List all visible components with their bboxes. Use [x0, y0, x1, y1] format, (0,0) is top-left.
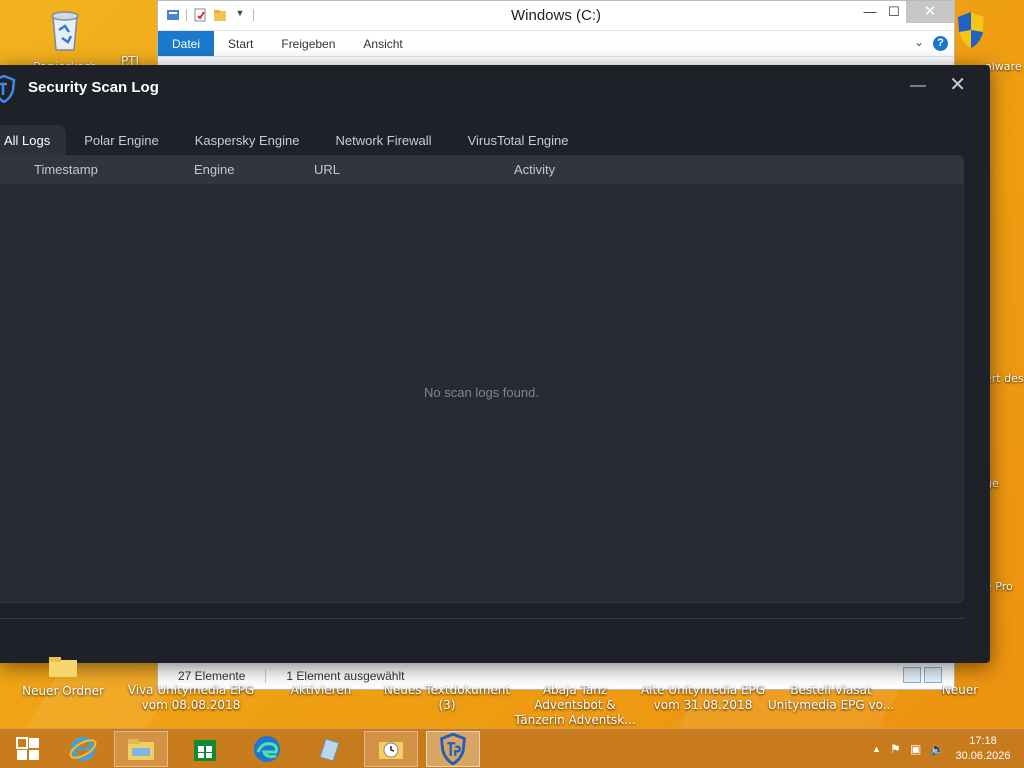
taskbar: ▲ ⚑ ▣ 🔈 17:18 30.06.2026	[0, 728, 1024, 768]
column-header-timestamp[interactable]: Timestamp	[34, 162, 98, 177]
maximize-button[interactable]: ☐	[882, 1, 906, 23]
app-shield-logo-icon	[440, 733, 466, 765]
mail-clock-icon	[379, 742, 403, 759]
internet-explorer-icon	[69, 737, 97, 761]
desktop-label-partial: alware	[985, 60, 1022, 73]
close-button[interactable]: ✕	[949, 75, 966, 95]
ribbon-tab-freigeben[interactable]: Freigeben	[267, 31, 349, 56]
desktop-shortcut[interactable]: Neuer Ordner	[18, 656, 108, 699]
close-button[interactable]: ✕	[906, 1, 954, 23]
table-header: Timestamp Engine URL Activity	[0, 156, 963, 184]
security-scan-log-window[interactable]: Security Scan Log — ✕ All Logs Polar Eng…	[0, 65, 990, 663]
scanlog-title: Security Scan Log	[28, 79, 159, 96]
desktop-shortcut-label[interactable]: Aktivieren	[256, 683, 386, 698]
expand-ribbon-chevron-icon[interactable]: ⌄	[914, 35, 924, 49]
taskbar-store-button[interactable]	[178, 731, 232, 767]
tab-polar-engine[interactable]: Polar Engine	[66, 125, 176, 155]
footer-divider	[0, 618, 964, 619]
details-view-button[interactable]	[903, 667, 921, 683]
system-clock[interactable]: 17:18 30.06.2026	[948, 734, 1018, 764]
show-hidden-icons-button[interactable]: ▲	[872, 744, 881, 754]
taskbar-explorer-button[interactable]	[114, 731, 168, 767]
minimize-button[interactable]: —	[858, 1, 882, 23]
tab-kaspersky-engine[interactable]: Kaspersky Engine	[177, 125, 318, 155]
taskbar-ie-button[interactable]	[56, 731, 110, 767]
ribbon-tab-start[interactable]: Start	[214, 31, 267, 56]
desktop-label-partial: ert des	[985, 372, 1024, 385]
help-button[interactable]: ?	[933, 36, 948, 51]
windows-logo-icon	[16, 737, 39, 760]
log-filter-tabs: All Logs Polar Engine Kaspersky Engine N…	[0, 125, 587, 155]
desktop-shortcut-label[interactable]: Alte Unitymedia EPG vom 31.08.2018	[638, 683, 768, 713]
column-header-activity[interactable]: Activity	[514, 162, 555, 177]
empty-state-message: No scan logs found.	[424, 385, 539, 400]
tab-network-firewall[interactable]: Network Firewall	[317, 125, 449, 155]
taskbar-edge-button[interactable]	[240, 731, 294, 767]
desktop-shortcut-label[interactable]: Abaja Tanz Adventsbot & Tänzerin Advents…	[510, 683, 640, 728]
system-tray: ▲ ⚑ ▣ 🔈 17:18 30.06.2026	[844, 729, 1024, 768]
selection-count: 1 Element ausgewählt	[286, 668, 405, 683]
tab-virustotal-engine[interactable]: VirusTotal Engine	[450, 125, 587, 155]
desktop-shortcut-label[interactable]: Viva Unitymedia EPG vom 08.08.2018	[126, 683, 256, 713]
taskbar-app-button[interactable]	[302, 731, 356, 767]
desktop-shortcut-label[interactable]: Neuer	[920, 683, 1000, 698]
taskbar-security-app-button[interactable]	[426, 731, 480, 767]
explorer-titlebar[interactable]: ▼ Windows (C:) — ☐ ✕	[158, 1, 954, 31]
large-icons-view-button[interactable]	[924, 667, 942, 683]
file-explorer-icon	[128, 739, 154, 760]
scanlog-titlebar[interactable]: Security Scan Log — ✕	[0, 65, 990, 111]
windows-store-icon	[194, 740, 216, 761]
item-count: 27 Elemente	[178, 668, 246, 683]
explorer-ribbon: Datei Start Freigeben Ansicht ⌄ ?	[158, 31, 954, 57]
notepad-icon	[319, 738, 340, 762]
desktop-shortcut-label[interactable]: Neues Textdokument (3)	[382, 683, 512, 713]
uac-shield-icon[interactable]	[956, 10, 986, 55]
tab-all-logs[interactable]: All Logs	[0, 125, 67, 155]
app-shield-logo-icon	[0, 74, 16, 108]
clock-date: 30.06.2026	[955, 750, 1011, 762]
ribbon-tab-datei[interactable]: Datei	[158, 31, 215, 56]
clock-time: 17:18	[969, 735, 997, 747]
network-icon[interactable]: ▣	[910, 742, 921, 756]
explorer-title: Windows (C:)	[510, 7, 601, 24]
folder-icon	[18, 656, 108, 682]
explorer-window-controls: — ☐ ✕	[858, 1, 954, 23]
recycle-bin-icon	[20, 6, 110, 58]
log-table: Timestamp Engine URL Activity No scan lo…	[0, 155, 964, 603]
volume-icon[interactable]: 🔈	[930, 742, 945, 756]
start-button[interactable]	[4, 731, 52, 767]
column-header-url[interactable]: URL	[314, 162, 340, 177]
edge-browser-icon	[254, 736, 280, 762]
ribbon-tab-ansicht[interactable]: Ansicht	[349, 31, 416, 56]
minimize-button[interactable]: —	[910, 77, 926, 97]
column-header-engine[interactable]: Engine	[194, 162, 234, 177]
desktop-shortcut-label[interactable]: Bestell Viasat Unitymedia EPG vo...	[766, 683, 896, 713]
desktop-shortcut-label: Neuer Ordner	[22, 684, 104, 698]
action-center-flag-icon[interactable]: ⚑	[890, 742, 901, 756]
taskbar-mail-button[interactable]	[364, 731, 418, 767]
